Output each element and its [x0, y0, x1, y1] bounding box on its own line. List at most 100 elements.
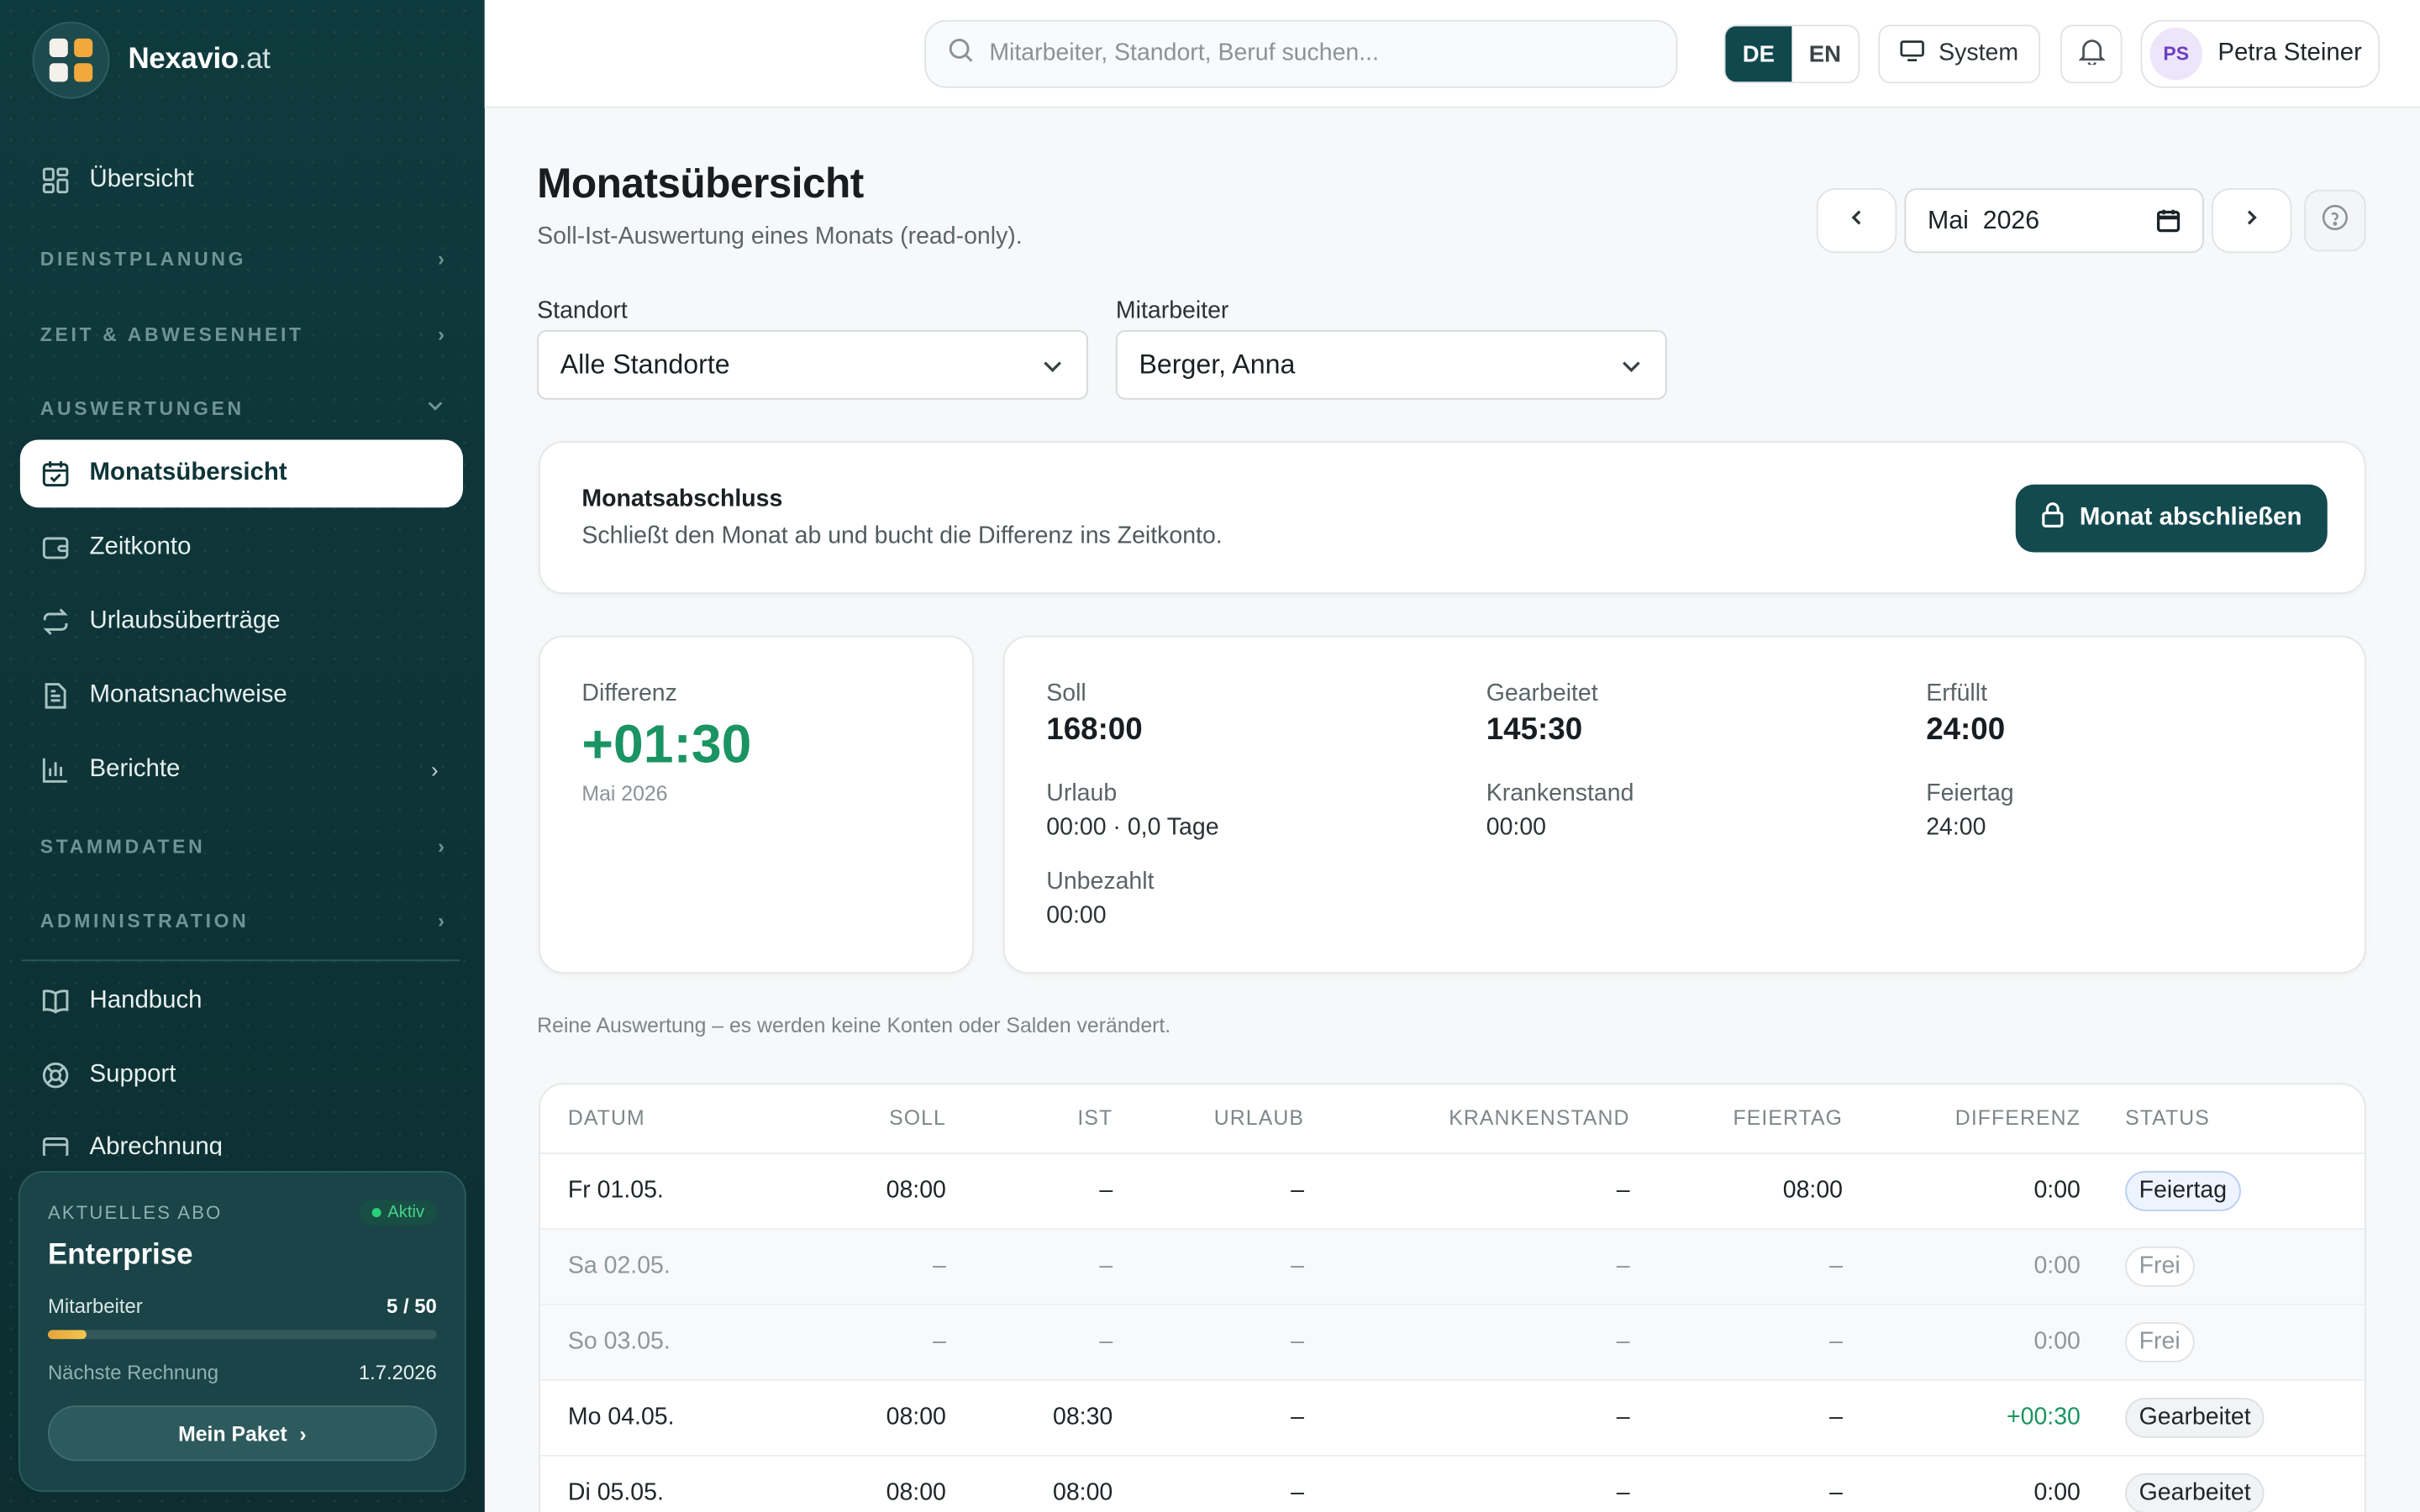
nav-item-billing[interactable]: Abrechnung: [20, 1116, 463, 1156]
nav-item-time-account[interactable]: Zeitkonto: [20, 514, 463, 582]
table-cell: –: [1829, 1328, 1844, 1355]
table-cell: 0:00: [2033, 1479, 2081, 1506]
receipt-icon: [42, 1134, 70, 1156]
table-row[interactable]: Mo 04.05. 08:00 08:30 – – – +00:30 Gearbeitet: [539, 1381, 2365, 1457]
nav-item-manual[interactable]: Handbuch: [20, 968, 463, 1036]
calendar-icon[interactable]: [2156, 208, 2181, 241]
chevron-right-icon: ›: [437, 834, 445, 858]
employees-label: Mitarbeiter: [47, 1294, 143, 1318]
brand[interactable]: Nexavio.at: [32, 21, 271, 99]
subscription-card: AKTUELLES ABO Aktiv Enterprise Mitarbeit…: [18, 1171, 466, 1493]
column-header: STATUS: [2125, 1105, 2210, 1130]
table-cell: –: [933, 1252, 946, 1279]
search-input[interactable]: [989, 39, 1638, 68]
table-cell: –: [1829, 1404, 1844, 1431]
stat-worked: Gearbeitet 145:30: [1486, 680, 1598, 747]
stat-sick-leave: Krankenstand 00:00: [1486, 780, 1634, 842]
chevron-right-icon: ›: [437, 246, 445, 270]
chevron-left-icon: [1848, 207, 1866, 234]
table-cell: –: [1829, 1479, 1844, 1506]
book-icon: [42, 987, 70, 1015]
table-cell: –: [1616, 1479, 1630, 1506]
table-cell: +00:30: [2006, 1404, 2081, 1431]
nav-item-reports[interactable]: Berichte ›: [20, 736, 463, 804]
previous-month-button[interactable]: [1816, 188, 1897, 254]
sidebar: Nexavio.at Übersicht DIENSTPLANUNG › ZEIT…: [0, 0, 485, 1512]
table-cell: 08:00: [1782, 1177, 1844, 1204]
table-row[interactable]: Fr 01.05. 08:00 – – – 08:00 0:00 Feiertag: [539, 1154, 2365, 1230]
nav-item-overview[interactable]: Übersicht: [20, 146, 463, 214]
divider: [21, 959, 460, 962]
status-badge: Gearbeitet: [2125, 1473, 2265, 1512]
help-button[interactable]: [2304, 189, 2366, 252]
summary-card: Soll 168:00 Gearbeitet 145:30 Erfüllt 24:00…: [1002, 635, 2366, 974]
lifebuoy-icon: [42, 1062, 70, 1089]
notifications-button[interactable]: [2060, 24, 2123, 84]
difference-label: Differenz: [581, 680, 677, 707]
month-value: Mai 2026: [1928, 206, 2040, 234]
table-cell: –: [1099, 1252, 1113, 1279]
employee-select[interactable]: Berger, Anna: [1115, 330, 1667, 400]
nav-item-monthly-proofs[interactable]: Monatsnachweise: [20, 662, 463, 730]
avatar: PS: [2149, 28, 2202, 81]
nav-section-time[interactable]: ZEIT & ABWESENHEIT ›: [40, 323, 445, 346]
close-month-button[interactable]: Monat abschließen: [2015, 484, 2328, 553]
subscription-label: AKTUELLES ABO: [47, 1201, 223, 1224]
chevron-right-icon: ›: [437, 322, 445, 346]
user-menu[interactable]: PS Petra Steiner: [2140, 19, 2381, 88]
month-closing-subtitle: Schließt den Monat ab und bucht die Diff…: [581, 522, 1223, 549]
repeat-icon: [42, 608, 70, 636]
month-picker[interactable]: Mai 2026: [1904, 188, 2204, 254]
nav-label: Handbuch: [89, 987, 203, 1014]
table-cell: –: [1099, 1328, 1113, 1355]
bar-chart-icon: [42, 756, 70, 784]
my-package-button[interactable]: Mein Paket ›: [47, 1405, 437, 1462]
nav-section-master-data[interactable]: STAMMDATEN ›: [40, 835, 445, 858]
nav-section-administration[interactable]: ADMINISTRATION ›: [40, 909, 445, 932]
table-cell: –: [933, 1328, 946, 1355]
table-cell: 0:00: [2033, 1252, 2081, 1279]
table-cell: –: [1291, 1404, 1305, 1431]
next-month-button[interactable]: [2211, 188, 2292, 254]
chevron-down-icon: [1040, 354, 1065, 386]
nav-item-support[interactable]: Support: [20, 1042, 463, 1110]
status-badge: Frei: [2125, 1322, 2195, 1362]
nav-item-monthly-overview[interactable]: Monatsübersicht: [19, 439, 464, 508]
table-row[interactable]: Sa 02.05. – – – – – 0:00 Frei: [539, 1229, 2365, 1305]
table-cell: Sa 02.05.: [567, 1252, 671, 1279]
table-row[interactable]: So 03.05. – – – – – 0:00 Frei: [539, 1305, 2365, 1381]
chevron-down-icon: [426, 396, 445, 420]
language-switch: DE EN: [1723, 24, 1860, 84]
table-cell: –: [1291, 1479, 1305, 1506]
lang-en-button[interactable]: EN: [1791, 26, 1858, 81]
column-header: KRANKENSTAND: [1449, 1105, 1630, 1130]
chevron-right-icon: ›: [437, 908, 445, 932]
nav-section-planning[interactable]: DIENSTPLANUNG ›: [40, 247, 445, 270]
table-cell: Di 05.05.: [567, 1479, 664, 1506]
table-cell: –: [1291, 1252, 1305, 1279]
status-badge: Feiertag: [2125, 1171, 2241, 1211]
column-header: IST: [1077, 1105, 1113, 1130]
table-cell: –: [1291, 1177, 1305, 1204]
table-row[interactable]: Di 05.05. 08:00 08:00 – – – 0:00 Gearbeitet: [540, 1457, 2365, 1512]
table-cell: 08:00: [1053, 1479, 1113, 1506]
daily-table: DATUM SOLL IST URLAUB KRANKENSTAND FEIERTAG DI…: [539, 1083, 2366, 1512]
table-cell: –: [1616, 1252, 1630, 1279]
status-badge: Gearbeitet: [2125, 1398, 2265, 1438]
nav-item-vacation-transfers[interactable]: Urlaubsüberträge: [20, 588, 463, 656]
wallet-icon: [42, 533, 70, 561]
table-cell: 0:00: [2033, 1177, 2081, 1204]
search-box[interactable]: [924, 19, 1678, 88]
lang-de-button[interactable]: DE: [1725, 26, 1792, 82]
nav-section-reports[interactable]: AUSWERTUNGEN: [40, 396, 445, 420]
nav-label: Support: [89, 1061, 176, 1088]
nav-label: Urlaubsüberträge: [89, 607, 281, 634]
next-invoice-date: 1.7.2026: [358, 1360, 437, 1384]
table-cell: –: [1616, 1177, 1630, 1204]
employees-progress-bar: [47, 1330, 437, 1340]
lock-icon: [2041, 501, 2065, 535]
location-select[interactable]: Alle Standorte: [537, 330, 1088, 400]
table-cell: So 03.05.: [567, 1328, 671, 1355]
table-cell: 08:00: [886, 1404, 946, 1431]
theme-button[interactable]: System: [1878, 24, 2041, 84]
